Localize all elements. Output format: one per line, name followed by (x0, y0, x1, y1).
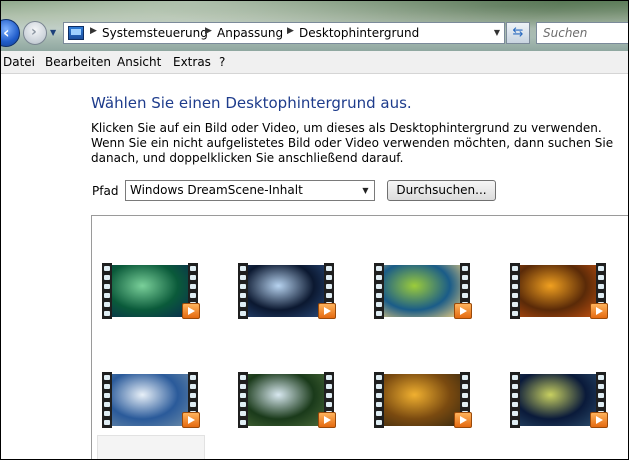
breadcrumb-item[interactable]: Anpassung (217, 26, 283, 40)
film-strip-edge (510, 372, 520, 428)
menu-item-help[interactable]: ? (219, 55, 225, 69)
autumn-tree-video-thumbnail[interactable] (510, 263, 608, 319)
path-select[interactable]: Windows DreamScene-Inhalt ▼ (125, 180, 375, 201)
play-icon (590, 412, 608, 428)
breadcrumb-separator-icon[interactable]: ▶ (205, 26, 212, 36)
film-strip-edge (102, 372, 112, 428)
film-strip-edge (374, 263, 384, 319)
arrow-left-icon: ‹ (3, 23, 10, 42)
path-label: Pfad (92, 184, 119, 198)
browse-button[interactable]: Durchsuchen... (387, 180, 496, 201)
arrow-right-icon: › (31, 24, 37, 40)
play-icon (182, 412, 200, 428)
play-icon (454, 412, 472, 428)
film-strip-edge (238, 263, 248, 319)
breadcrumb-separator-icon[interactable]: ▶ (90, 26, 97, 36)
thumbnail-image (384, 374, 460, 426)
play-icon (318, 412, 336, 428)
light-rays-video-thumbnail[interactable] (238, 263, 336, 319)
menu-item-datei[interactable]: Datei (3, 55, 35, 69)
refresh-icon: ⇆ (512, 25, 524, 40)
play-icon (182, 303, 200, 319)
thumbnail-image (520, 374, 596, 426)
page-title: Wählen Sie einen Desktophintergrund aus. (91, 94, 412, 112)
menu-item-bearbeiten[interactable]: Bearbeiten (45, 55, 111, 69)
play-icon (318, 303, 336, 319)
breadcrumb-separator-icon[interactable]: ▶ (287, 26, 294, 36)
menu-item-ansicht[interactable]: Ansicht (117, 55, 161, 69)
menu-item-extras[interactable]: Extras (173, 55, 211, 69)
film-strip-edge (102, 263, 112, 319)
breadcrumb-item[interactable]: Desktophintergrund (299, 26, 419, 40)
gallery-item-placeholder[interactable] (97, 435, 205, 459)
search-placeholder: Suchen (543, 26, 588, 40)
search-input[interactable]: Suchen (536, 22, 628, 44)
forward-button[interactable]: › (23, 21, 47, 45)
thumbnail-image (112, 265, 188, 317)
thumbnail-image (248, 374, 324, 426)
mountain-video-thumbnail[interactable] (102, 372, 200, 428)
window: ‹ › ▼ ▶ Systemsteuerung ▶ Anpassung ▶ De… (0, 0, 629, 460)
navigation-bar: ‹ › ▼ ▶ Systemsteuerung ▶ Anpassung ▶ De… (1, 1, 628, 51)
chevron-down-icon[interactable]: ▼ (494, 28, 500, 37)
path-select-value: Windows DreamScene-Inhalt (130, 183, 303, 197)
flowers-video-thumbnail[interactable] (374, 372, 472, 428)
thumbnail-image (112, 374, 188, 426)
bubbles-video-thumbnail[interactable] (510, 372, 608, 428)
menu-bar: Datei Bearbeiten Ansicht Extras ? (1, 51, 628, 74)
waterfall-video-thumbnail[interactable] (238, 372, 336, 428)
control-panel-icon (68, 26, 84, 40)
breadcrumb-item[interactable]: Systemsteuerung (102, 26, 208, 40)
film-strip-edge (238, 372, 248, 428)
chevron-down-icon[interactable]: ▼ (357, 181, 374, 200)
film-strip-edge (510, 263, 520, 319)
film-strip-edge (374, 372, 384, 428)
thumbnail-image (248, 265, 324, 317)
back-button[interactable]: ‹ (1, 19, 20, 47)
thumbnail-image (384, 265, 460, 317)
play-icon (590, 303, 608, 319)
thumbnail-image (520, 265, 596, 317)
refresh-button[interactable]: ⇆ (506, 22, 530, 44)
address-bar[interactable]: ▶ Systemsteuerung ▶ Anpassung ▶ Desktoph… (63, 22, 505, 44)
leaf-video-thumbnail[interactable] (374, 263, 472, 319)
play-icon (454, 303, 472, 319)
aurora-video-thumbnail[interactable] (102, 263, 200, 319)
page-description: Klicken Sie auf ein Bild oder Video, um … (91, 121, 614, 165)
history-dropdown-icon[interactable]: ▼ (50, 28, 56, 37)
